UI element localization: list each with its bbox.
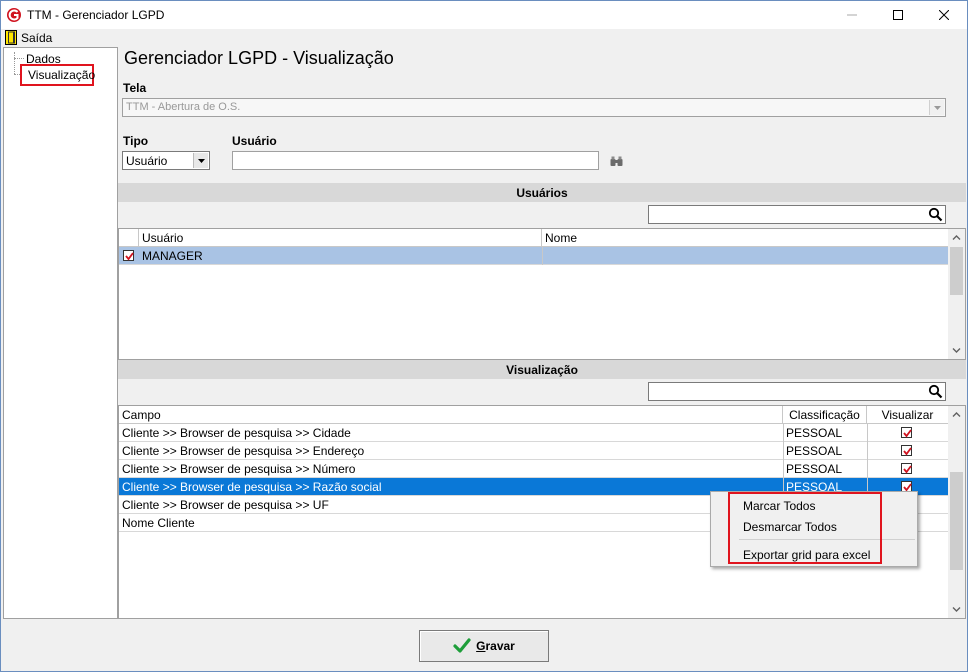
close-icon bbox=[939, 10, 949, 20]
checkmark-icon bbox=[125, 252, 134, 261]
scroll-down-icon[interactable] bbox=[948, 601, 965, 618]
cell-divider bbox=[542, 247, 543, 265]
app-logo-icon bbox=[7, 8, 21, 22]
scroll-up-icon[interactable] bbox=[948, 229, 965, 246]
grid-header-campo[interactable]: Campo bbox=[119, 406, 783, 424]
table-row[interactable]: Cliente >> Browser de pesquisa >> Número… bbox=[119, 460, 949, 478]
table-row[interactable]: Cliente >> Browser de pesquisa >> Cidade… bbox=[119, 424, 949, 442]
grid-header-nome[interactable]: Nome bbox=[542, 229, 949, 247]
cell-classificacao: PESSOAL bbox=[786, 426, 843, 440]
cell-divider bbox=[867, 424, 868, 442]
tree-connector bbox=[14, 58, 24, 59]
grid-header-checkbox bbox=[119, 229, 139, 247]
tipo-select-value: Usuário bbox=[126, 154, 168, 168]
usuario-label: Usuário bbox=[232, 134, 277, 148]
tipo-select[interactable]: Usuário bbox=[122, 151, 210, 170]
annotation-highlight-box bbox=[728, 492, 882, 564]
checkmark-icon bbox=[903, 465, 912, 474]
usuario-input[interactable] bbox=[232, 151, 599, 170]
save-button-mnemonic: G bbox=[476, 639, 486, 653]
search-icon[interactable] bbox=[928, 384, 943, 399]
scroll-down-icon[interactable] bbox=[948, 342, 965, 359]
checkmark-icon bbox=[903, 429, 912, 438]
grid-header-usuario[interactable]: Usuário bbox=[139, 229, 542, 247]
close-button[interactable] bbox=[921, 1, 967, 29]
visualizar-checkbox[interactable] bbox=[901, 463, 912, 474]
minimize-icon bbox=[847, 14, 857, 16]
tela-select[interactable]: TTM - Abertura de O.S. bbox=[122, 98, 946, 117]
visualizacao-section-header: Visualização bbox=[118, 360, 966, 379]
table-row[interactable]: MANAGER bbox=[119, 247, 949, 265]
cell-usuario: MANAGER bbox=[142, 249, 203, 263]
cell-campo: Nome Cliente bbox=[122, 516, 195, 530]
grid-header-visualizar[interactable]: Visualizar bbox=[867, 406, 949, 424]
save-button[interactable]: Gravar bbox=[419, 630, 549, 662]
tela-select-value: TTM - Abertura de O.S. bbox=[126, 101, 241, 113]
cell-divider bbox=[867, 442, 868, 460]
usuarios-grid: Usuário Nome MANAGER bbox=[118, 228, 966, 360]
visualizacao-search-input[interactable] bbox=[648, 382, 946, 401]
cell-campo: Cliente >> Browser de pesquisa >> Cidade bbox=[122, 426, 351, 440]
search-icon[interactable] bbox=[928, 207, 943, 222]
cell-campo: Cliente >> Browser de pesquisa >> UF bbox=[122, 498, 329, 512]
app-window: TTM - Gerenciador LGPD Saída Dados Visua… bbox=[0, 0, 968, 672]
exit-door-icon bbox=[5, 30, 17, 45]
title-bar: TTM - Gerenciador LGPD bbox=[1, 1, 967, 29]
binoculars-icon[interactable] bbox=[610, 156, 623, 167]
checkmark-icon bbox=[453, 638, 471, 653]
visualizar-checkbox[interactable] bbox=[901, 445, 912, 456]
usuarios-search-input[interactable] bbox=[648, 205, 946, 224]
cell-divider bbox=[867, 460, 868, 478]
visualizar-checkbox[interactable] bbox=[901, 427, 912, 438]
grid-header-classificacao[interactable]: Classificação bbox=[783, 406, 867, 424]
chevron-down-icon[interactable] bbox=[929, 100, 944, 115]
cell-campo: Cliente >> Browser de pesquisa >> Endere… bbox=[122, 444, 365, 458]
maximize-icon bbox=[893, 10, 903, 20]
cell-campo: Cliente >> Browser de pesquisa >> Razão … bbox=[122, 480, 382, 494]
tela-label: Tela bbox=[123, 81, 147, 95]
visualizacao-scrollbar[interactable] bbox=[948, 406, 965, 618]
cell-divider bbox=[783, 442, 784, 460]
navigation-tree: Dados Visualização bbox=[3, 47, 118, 619]
cell-divider bbox=[783, 460, 784, 478]
tipo-label: Tipo bbox=[123, 134, 149, 148]
minimize-button[interactable] bbox=[829, 1, 875, 29]
row-checkbox[interactable] bbox=[123, 250, 134, 261]
tree-connector bbox=[14, 52, 15, 74]
menu-exit[interactable]: Saída bbox=[21, 31, 52, 45]
cell-campo: Cliente >> Browser de pesquisa >> Número bbox=[122, 462, 356, 476]
cell-classificacao: PESSOAL bbox=[786, 462, 843, 476]
window-title: TTM - Gerenciador LGPD bbox=[27, 8, 165, 22]
scroll-up-icon[interactable] bbox=[948, 406, 965, 423]
page-title: Gerenciador LGPD - Visualização bbox=[124, 48, 394, 68]
save-button-label: ravar bbox=[485, 639, 515, 653]
scroll-thumb[interactable] bbox=[950, 247, 963, 295]
checkmark-icon bbox=[903, 447, 912, 456]
scroll-thumb[interactable] bbox=[950, 472, 963, 570]
maximize-button[interactable] bbox=[875, 1, 921, 29]
cell-classificacao: PESSOAL bbox=[786, 444, 843, 458]
table-row[interactable]: Cliente >> Browser de pesquisa >> Endere… bbox=[119, 442, 949, 460]
chevron-down-icon[interactable] bbox=[193, 153, 208, 168]
cell-divider bbox=[783, 424, 784, 442]
usuarios-scrollbar[interactable] bbox=[948, 229, 965, 359]
menu-bar: Saída bbox=[1, 29, 967, 47]
tree-item-label: Visualização bbox=[28, 68, 96, 82]
usuarios-section-header: Usuários bbox=[118, 183, 966, 202]
tree-item-visualizacao[interactable]: Visualização bbox=[20, 64, 96, 86]
